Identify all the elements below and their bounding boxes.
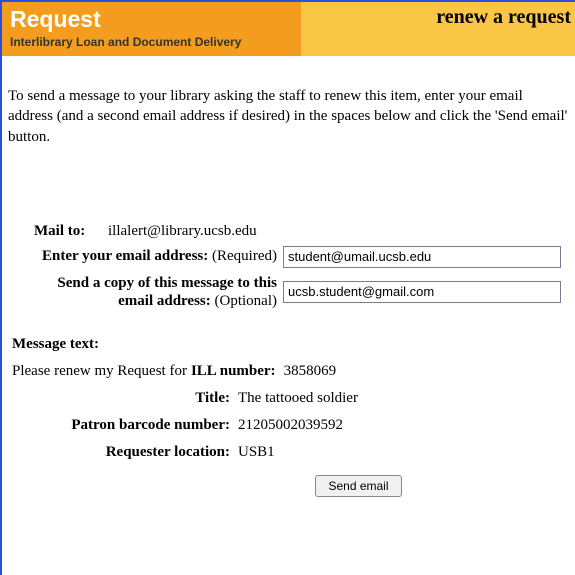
cc-email-input[interactable] — [283, 281, 561, 303]
renew-request-page: Request Interlibrary Loan and Document D… — [0, 0, 575, 575]
header-left: Request Interlibrary Loan and Document D… — [2, 2, 301, 56]
app-title: Request — [10, 8, 293, 31]
email-label: Enter your email address: (Required) — [8, 248, 283, 265]
mailto-value: illalert@library.ucsb.edu — [104, 223, 569, 240]
title-value: The tattooed soldier — [238, 390, 569, 407]
barcode-label: Patron barcode number: — [71, 417, 230, 433]
send-email-button[interactable]: Send email — [315, 475, 401, 497]
page-action-title: renew a request — [436, 6, 571, 29]
form-area: Mail to: illalert@library.ucsb.edu Enter… — [8, 223, 569, 310]
cc-row: Send a copy of this message to this emai… — [8, 274, 569, 310]
email-input[interactable] — [283, 246, 561, 268]
email-row: Enter your email address: (Required) — [8, 246, 569, 268]
barcode-row: Patron barcode number: 21205002039592 — [8, 417, 569, 434]
intro-text: To send a message to your library asking… — [8, 86, 569, 147]
title-row: Title: The tattooed soldier — [8, 390, 569, 407]
mailto-label: Mail to: — [8, 223, 104, 240]
ill-number-label: ILL number: — [191, 363, 276, 379]
cc-label: Send a copy of this message to this emai… — [8, 274, 283, 310]
location-value: USB1 — [238, 444, 569, 461]
app-subtitle: Interlibrary Loan and Document Delivery — [10, 35, 293, 49]
ill-number-value: 3858069 — [284, 363, 337, 380]
page-body: To send a message to your library asking… — [2, 56, 575, 507]
mailto-row: Mail to: illalert@library.ucsb.edu — [8, 223, 569, 240]
title-label: Title: — [195, 390, 230, 406]
barcode-value: 21205002039592 — [238, 417, 569, 434]
location-label: Requester location: — [106, 444, 230, 460]
button-row: Send email — [8, 475, 569, 497]
location-row: Requester location: USB1 — [8, 444, 569, 461]
message-block: Message text: Please renew my Request fo… — [8, 336, 569, 497]
message-heading: Message text: — [8, 336, 569, 353]
please-renew-row: Please renew my Request for ILL number: … — [8, 363, 569, 380]
header-right: renew a request — [301, 2, 575, 56]
page-header: Request Interlibrary Loan and Document D… — [2, 2, 575, 56]
please-prefix: Please renew my Request for — [12, 363, 187, 380]
